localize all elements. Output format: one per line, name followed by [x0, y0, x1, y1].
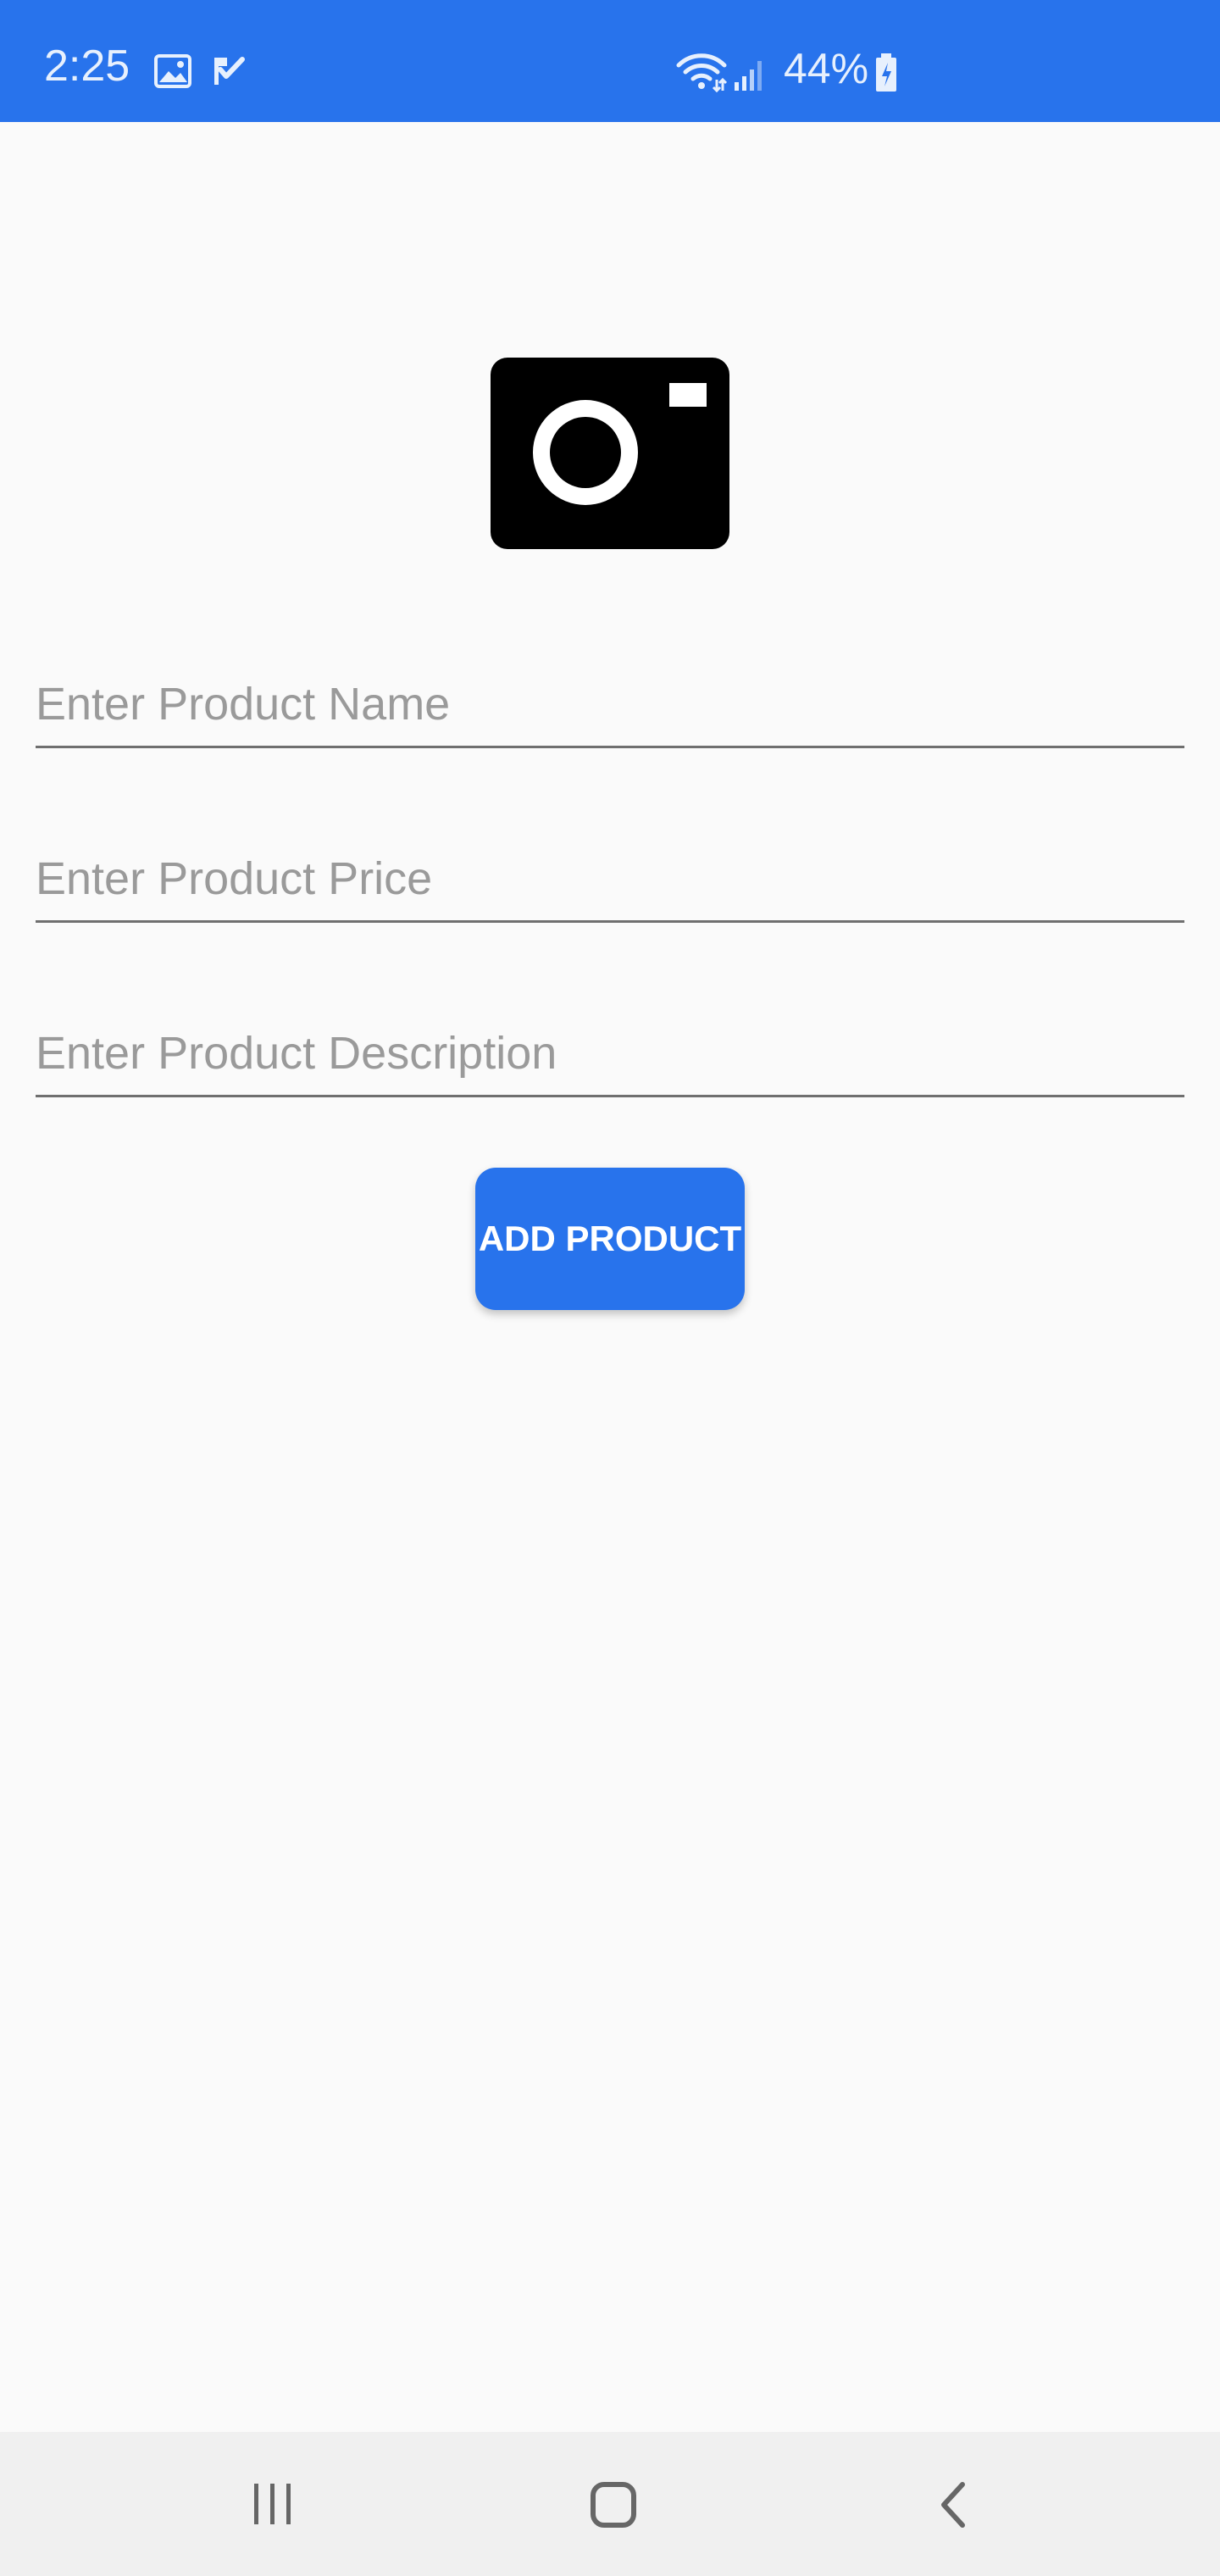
- home-button[interactable]: [512, 2432, 715, 2576]
- product-description-input[interactable]: [36, 1024, 1184, 1083]
- camera-icon[interactable]: [491, 358, 729, 549]
- home-icon: [591, 2482, 636, 2528]
- product-name-input[interactable]: [36, 675, 1184, 734]
- signal-icon: [735, 61, 762, 91]
- navigation-bar: [0, 2432, 1220, 2576]
- recent-apps-button[interactable]: [171, 2432, 374, 2576]
- product-price-field[interactable]: [36, 836, 1184, 923]
- battery-charging-icon: [876, 53, 896, 92]
- product-description-field[interactable]: [36, 1010, 1184, 1097]
- back-button[interactable]: [856, 2432, 1059, 2576]
- product-price-input[interactable]: [36, 849, 1184, 908]
- status-bar: 2:25 44%: [0, 0, 1220, 122]
- add-product-button[interactable]: ADD PRODUCT: [475, 1168, 745, 1310]
- back-icon: [941, 2482, 965, 2528]
- battery-percentage: 44%: [784, 45, 869, 92]
- task-check-icon: [214, 57, 245, 85]
- status-time: 2:25: [44, 42, 130, 91]
- recent-apps-icon: [254, 2484, 291, 2524]
- wifi-icon: [676, 53, 727, 92]
- gallery-icon: [154, 54, 191, 88]
- product-name-field[interactable]: [36, 661, 1184, 748]
